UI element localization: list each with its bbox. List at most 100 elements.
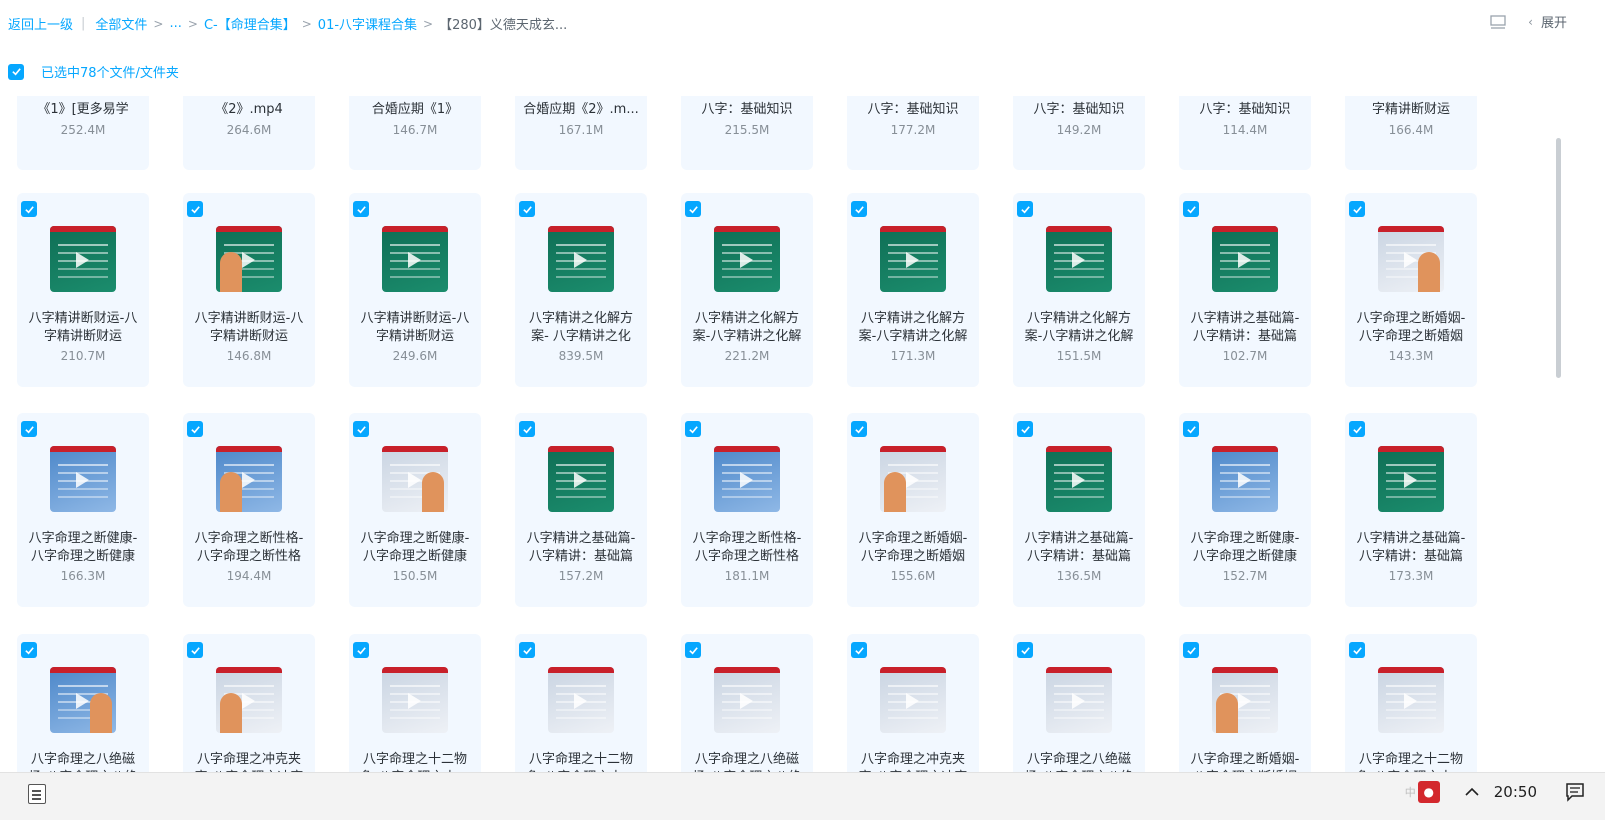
file-checkbox[interactable] [21, 642, 37, 658]
file-name[interactable]: 合婚应期《1》 [355, 101, 475, 119]
file-checkbox[interactable] [1017, 642, 1033, 658]
file-checkbox[interactable] [353, 421, 369, 437]
video-thumbnail[interactable] [50, 446, 116, 512]
file-name[interactable]: 八字精讲之基础篇-八字精讲：基础篇 [1019, 530, 1139, 566]
file-card[interactable]: 《1》[更多易学 252.4M [17, 96, 149, 170]
file-card[interactable]: 八字精讲断财运-八字精讲断财运 146.8M [183, 193, 315, 387]
file-checkbox[interactable] [1017, 201, 1033, 217]
file-card[interactable]: 八字精讲断财运-八字精讲断财运 210.7M [17, 193, 149, 387]
file-name[interactable]: 八字命理之十二物象-八字命理之十二 [521, 751, 641, 772]
file-card[interactable]: 八字精讲之化解方案-八字精讲之化解 221.2M [681, 193, 813, 387]
file-card[interactable]: 八字命理之断健康-八字命理之断健康 166.3M [17, 413, 149, 607]
file-card[interactable]: 八字：基础知识 149.2M [1013, 96, 1145, 170]
file-name[interactable]: 八字精讲断财运-八字精讲断财运 [355, 310, 475, 346]
video-thumbnail[interactable] [548, 667, 614, 733]
file-checkbox[interactable] [685, 201, 701, 217]
file-card[interactable]: 合婚应期《1》 146.7M [349, 96, 481, 170]
video-thumbnail[interactable] [1378, 446, 1444, 512]
file-card[interactable]: 八字精讲之化解方案-八字精讲之化解 151.5M [1013, 193, 1145, 387]
file-name[interactable]: 八字命理之冲克夹哀-八字命理之冲哀 [189, 751, 309, 772]
back-link[interactable]: 返回上一级 [8, 14, 73, 33]
file-card[interactable]: 八字命理之八绝磁场-八字命理之八绝 [681, 634, 813, 772]
file-card[interactable]: 八字精讲断财运-八字精讲断财运 249.6M [349, 193, 481, 387]
video-thumbnail[interactable] [382, 446, 448, 512]
file-checkbox[interactable] [851, 201, 867, 217]
video-thumbnail[interactable] [714, 226, 780, 292]
file-checkbox[interactable] [1183, 421, 1199, 437]
file-name[interactable]: 八字命理之断性格-八字命理之断性格 [189, 530, 309, 566]
file-checkbox[interactable] [353, 201, 369, 217]
file-name[interactable]: 八字命理之断性格-八字命理之断性格 [687, 530, 807, 566]
file-checkbox[interactable] [851, 421, 867, 437]
file-card[interactable]: 八字：基础知识 114.4M [1179, 96, 1311, 170]
file-name[interactable]: 八字：基础知识 [1019, 101, 1139, 119]
notification-icon[interactable] [1565, 782, 1585, 802]
file-name[interactable]: 八字精讲之化解方案-八字精讲之化解 [853, 310, 973, 346]
file-card[interactable]: 八字命理之断婚姻-八字命理之断婚姻 143.3M [1345, 193, 1477, 387]
file-checkbox[interactable] [1183, 642, 1199, 658]
video-thumbnail[interactable] [1378, 667, 1444, 733]
caret-up-icon[interactable] [1464, 784, 1480, 800]
video-thumbnail[interactable] [1212, 226, 1278, 292]
ime-indicator[interactable]: 中 [1405, 784, 1416, 800]
video-thumbnail[interactable] [216, 226, 282, 292]
file-checkbox[interactable] [519, 421, 535, 437]
file-name[interactable]: 八字命理之断婚姻-八字命理之断婚姻 [853, 530, 973, 566]
video-thumbnail[interactable] [714, 446, 780, 512]
file-checkbox[interactable] [21, 421, 37, 437]
file-checkbox[interactable] [1349, 201, 1365, 217]
tray-app-icon[interactable]: ● [1417, 781, 1440, 803]
file-card[interactable]: 八字命理之断健康-八字命理之断健康 150.5M [349, 413, 481, 607]
file-name[interactable]: 八字命理之断健康-八字命理之断健康 [355, 530, 475, 566]
file-card[interactable]: 八字命理之断性格-八字命理之断性格 194.4M [183, 413, 315, 607]
file-card[interactable]: 八字精讲之基础篇-八字精讲：基础篇 102.7M [1179, 193, 1311, 387]
file-name[interactable]: 八字命理之八绝磁场-八字命理之八绝 [1019, 751, 1139, 772]
video-thumbnail[interactable] [1378, 226, 1444, 292]
file-card[interactable]: 八字命理之八绝磁场-八字命理之八绝 [17, 634, 149, 772]
file-name[interactable]: 八字命理之断健康-八字命理之断健康 [23, 530, 143, 566]
video-thumbnail[interactable] [382, 667, 448, 733]
video-thumbnail[interactable] [880, 446, 946, 512]
file-checkbox[interactable] [187, 201, 203, 217]
expand-button[interactable]: 展开 [1541, 12, 1567, 31]
video-thumbnail[interactable] [50, 226, 116, 292]
file-checkbox[interactable] [187, 642, 203, 658]
video-thumbnail[interactable] [1046, 446, 1112, 512]
video-thumbnail[interactable] [50, 667, 116, 733]
file-checkbox[interactable] [685, 421, 701, 437]
video-thumbnail[interactable] [880, 226, 946, 292]
file-card[interactable]: 字精讲断财运 166.4M [1345, 96, 1477, 170]
file-checkbox[interactable] [519, 642, 535, 658]
video-thumbnail[interactable] [1212, 667, 1278, 733]
file-checkbox[interactable] [187, 421, 203, 437]
video-thumbnail[interactable] [216, 667, 282, 733]
file-checkbox[interactable] [1183, 201, 1199, 217]
file-card[interactable]: 八字命理之断健康-八字命理之断健康 152.7M [1179, 413, 1311, 607]
video-thumbnail[interactable] [548, 446, 614, 512]
file-checkbox[interactable] [353, 642, 369, 658]
file-name[interactable]: 八字精讲之基础篇-八字精讲：基础篇 [521, 530, 641, 566]
video-thumbnail[interactable] [382, 226, 448, 292]
file-checkbox[interactable] [1017, 421, 1033, 437]
clock[interactable]: 20:50 [1494, 783, 1537, 801]
file-name[interactable]: 八字命理之断婚姻-八字命理之断婚姻 [1185, 751, 1305, 772]
file-name[interactable]: 八字精讲之基础篇-八字精讲：基础篇 [1185, 310, 1305, 346]
file-name[interactable]: 八字命理之十二物象-八字命理之十二 [355, 751, 475, 772]
file-name[interactable]: 《2》.mp4 [189, 101, 309, 119]
file-name[interactable]: 字精讲断财运 [1351, 101, 1471, 119]
file-checkbox[interactable] [685, 642, 701, 658]
file-name[interactable]: 合婚应期《2》.m... [521, 101, 641, 119]
list-view-icon[interactable] [1490, 14, 1506, 30]
file-checkbox[interactable] [851, 642, 867, 658]
select-all-checkbox[interactable] [8, 63, 24, 80]
file-card[interactable]: 八字精讲之基础篇-八字精讲：基础篇 157.2M [515, 413, 647, 607]
file-name[interactable]: 八字：基础知识 [687, 101, 807, 119]
notepad-icon[interactable] [28, 784, 46, 804]
video-thumbnail[interactable] [714, 667, 780, 733]
file-name[interactable]: 八字精讲断财运-八字精讲断财运 [23, 310, 143, 346]
file-checkbox[interactable] [21, 201, 37, 217]
file-name[interactable]: 八字精讲之化解方案-八字精讲之化解 [687, 310, 807, 346]
file-checkbox[interactable] [1349, 642, 1365, 658]
video-thumbnail[interactable] [216, 446, 282, 512]
file-name[interactable]: 八字精讲断财运-八字精讲断财运 [189, 310, 309, 346]
